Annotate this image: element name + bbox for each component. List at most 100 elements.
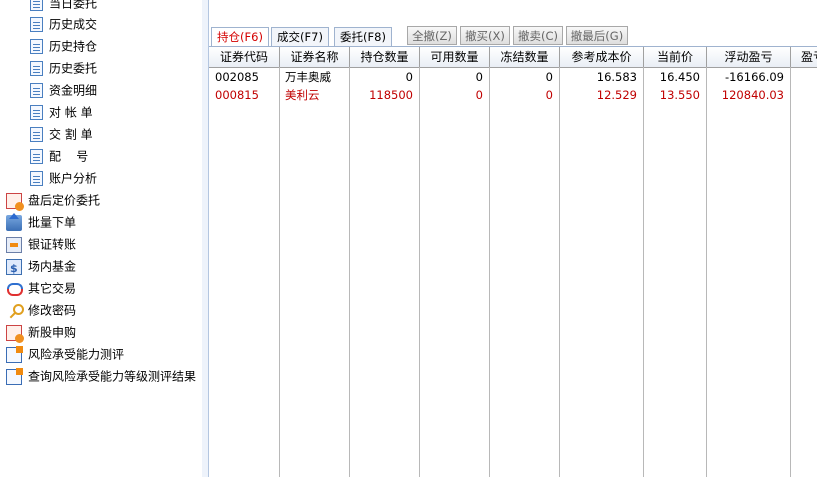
nav-item-change-password[interactable]: 修改密码 [6, 299, 76, 321]
nav-item-label: 历史成交 [49, 17, 98, 32]
nav-item-label: 账户分析 [49, 171, 98, 186]
col-ref-cost[interactable]: 参考成本价 [560, 47, 644, 67]
document-icon [30, 61, 43, 76]
nav-item-label: 场内基金 [28, 259, 77, 274]
nav-item-risk-assessment[interactable]: 风险承受能力测评 [6, 343, 124, 365]
nav-item-label: 查询风险承受能力等级测评结果 [28, 369, 197, 384]
key-icon [6, 303, 24, 319]
after-hours-order-icon [6, 192, 24, 211]
nav-item-account-analysis[interactable]: 账户分析 [30, 167, 97, 189]
tab-trades[interactable]: 成交(F7) [271, 27, 329, 46]
document-icon [30, 171, 43, 186]
cell-holding-qty: 0 [405, 70, 413, 84]
fund-icon [6, 258, 22, 280]
cell-code: 000815 [215, 88, 259, 102]
nav-item-label: 当日委托 [49, 0, 98, 11]
cancel-buy-button[interactable]: 撤买(X) [460, 26, 510, 45]
nav-tree: 当日委托 历史成交 历史持仓 历史委托 资金明细 对 帐 单 交 割 单 配 号… [0, 0, 203, 477]
document-icon [30, 149, 43, 164]
nav-item-history-trades[interactable]: 历史成交 [30, 13, 97, 35]
nav-item-allotment-number[interactable]: 配 号 [30, 145, 88, 167]
nav-item-label: 对 帐 单 [49, 105, 93, 120]
col-pl[interactable]: 盈亏 [791, 47, 817, 67]
document-icon [30, 83, 43, 98]
col-frozen-qty[interactable]: 冻结数量 [490, 47, 560, 67]
document-icon [30, 39, 43, 54]
nav-item-label: 风险承受能力测评 [28, 347, 125, 362]
nav-item-label: 修改密码 [28, 303, 77, 318]
column-divider [790, 67, 791, 477]
cell-current-price: 16.450 [659, 70, 700, 84]
nav-item-today-orders[interactable]: 当日委托 [30, 0, 97, 14]
col-security-name[interactable]: 证券名称 [280, 47, 350, 67]
cell-code: 002085 [215, 70, 259, 84]
column-divider [706, 67, 707, 477]
nav-item-fund-details[interactable]: 资金明细 [30, 79, 97, 101]
column-divider [489, 67, 490, 477]
column-divider [643, 67, 644, 477]
cell-floating-pl: 120840.03 [721, 88, 784, 102]
nav-item-label: 新股申购 [28, 325, 77, 340]
bank-transfer-icon [6, 236, 22, 253]
batch-order-icon [6, 212, 22, 231]
nav-item-history-orders[interactable]: 历史委托 [30, 57, 97, 79]
col-security-code[interactable]: 证券代码 [209, 47, 280, 67]
col-current-price[interactable]: 当前价 [644, 47, 707, 67]
nav-item-label: 历史持仓 [49, 39, 98, 54]
nav-item-risk-result[interactable]: 查询风险承受能力等级测评结果 [6, 365, 196, 387]
nav-item-exchange-fund[interactable]: 场内基金 [6, 255, 77, 280]
table-row[interactable]: 002085 万丰奥威 0 0 0 16.583 16.450 -16166.0… [209, 68, 817, 86]
column-divider [349, 67, 350, 477]
cell-frozen-qty: 0 [545, 88, 553, 102]
cell-holding-qty: 118500 [369, 88, 413, 102]
nav-item-after-hours-order[interactable]: 盘后定价委托 [6, 189, 100, 211]
col-available-qty[interactable]: 可用数量 [420, 47, 490, 67]
cell-ref-cost: 12.529 [596, 88, 637, 102]
tab-bar: 持仓(F6) 成交(F7) 委托(F8) 全撤(Z) 撤买(X) 撤卖(C) 撤… [209, 26, 817, 47]
nav-item-label: 资金明细 [49, 83, 98, 98]
nav-item-ipo-subscribe[interactable]: 新股申购 [6, 321, 76, 343]
col-floating-pl[interactable]: 浮动盈亏 [707, 47, 791, 67]
cell-floating-pl: -16166.09 [724, 70, 784, 84]
document-icon [30, 17, 43, 32]
nav-item-label: 银证转账 [28, 237, 77, 252]
document-icon [30, 127, 43, 142]
column-divider [419, 67, 420, 477]
tab-positions[interactable]: 持仓(F6) [211, 27, 269, 46]
nav-item-statement[interactable]: 对 帐 单 [30, 101, 93, 123]
nav-item-bank-transfer[interactable]: 银证转账 [6, 233, 76, 255]
nav-item-history-positions[interactable]: 历史持仓 [30, 35, 97, 57]
table-row[interactable]: 000815 美利云 118500 0 0 12.529 13.550 1208… [209, 86, 817, 104]
cell-name: 万丰奥威 [285, 70, 331, 84]
column-divider [279, 67, 280, 477]
cell-name: 美利云 [285, 88, 320, 102]
nav-item-label: 配 号 [49, 149, 89, 164]
cell-available-qty: 0 [475, 70, 483, 84]
nav-item-batch-order[interactable]: 批量下单 [6, 211, 76, 233]
cancel-sell-button[interactable]: 撤卖(C) [513, 26, 563, 45]
nav-item-label: 其它交易 [28, 281, 77, 296]
risk-assessment-icon [6, 345, 23, 363]
nav-item-settlement[interactable]: 交 割 单 [30, 123, 93, 145]
cell-available-qty: 0 [475, 88, 483, 102]
cancel-last-button[interactable]: 撤最后(G) [566, 26, 628, 45]
document-icon [30, 0, 43, 11]
cancel-all-button[interactable]: 全撤(Z) [407, 26, 457, 45]
column-divider [559, 67, 560, 477]
table-header: 证券代码 证券名称 持仓数量 可用数量 冻结数量 参考成本价 当前价 浮动盈亏 … [209, 47, 817, 68]
ipo-subscribe-icon [6, 324, 24, 343]
nav-item-label: 盘后定价委托 [28, 193, 101, 208]
document-icon [30, 105, 43, 120]
nav-item-label: 历史委托 [49, 61, 98, 76]
positions-table: 证券代码 证券名称 持仓数量 可用数量 冻结数量 参考成本价 当前价 浮动盈亏 … [209, 47, 817, 477]
cell-ref-cost: 16.583 [596, 70, 637, 84]
nav-item-label: 交 割 单 [49, 127, 93, 142]
col-holding-qty[interactable]: 持仓数量 [350, 47, 420, 67]
risk-result-icon [6, 367, 23, 385]
nav-item-label: 批量下单 [28, 215, 77, 230]
nav-item-other-trade[interactable]: 其它交易 [6, 277, 76, 299]
cell-current-price: 13.550 [659, 88, 700, 102]
panel-splitter[interactable] [202, 0, 209, 477]
other-trade-icon [6, 281, 23, 297]
tab-orders[interactable]: 委托(F8) [334, 27, 392, 46]
